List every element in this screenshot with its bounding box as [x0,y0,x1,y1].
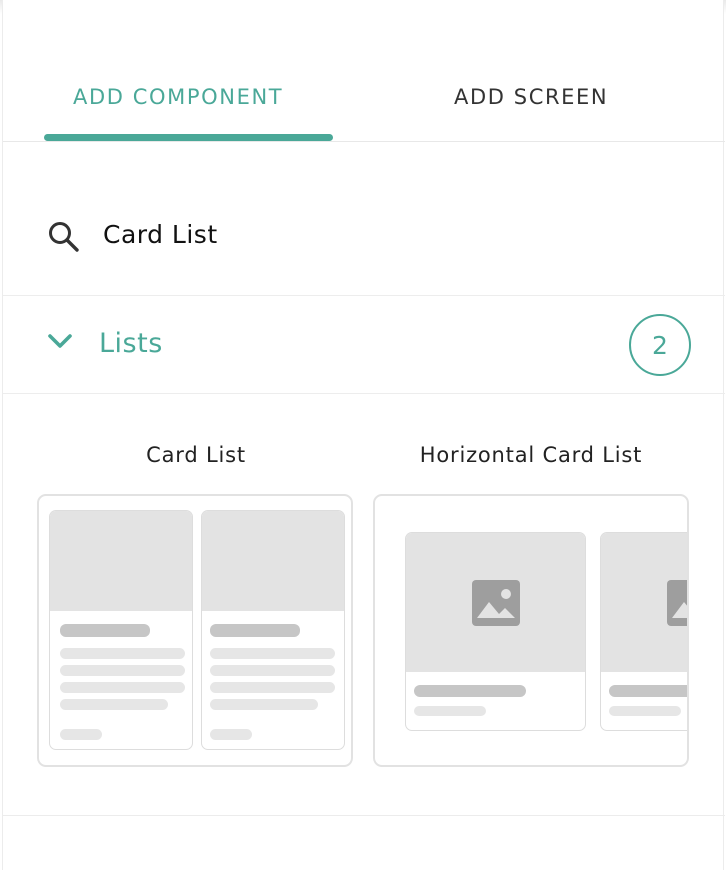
preview-title-bar [609,685,687,697]
preview-text-bar [609,706,681,716]
preview-text-bar [60,699,168,710]
preview-text-bar [210,682,335,693]
horizontal-card-list-thumbnail[interactable] [373,494,689,767]
section-title: Lists [99,328,163,359]
tab-add-screen[interactable]: ADD SCREEN [454,85,608,109]
preview-card [405,532,586,731]
preview-text-bar [60,648,185,659]
preview-title-bar [210,624,300,637]
image-placeholder-icon [472,580,520,626]
preview-image [202,511,344,611]
preview-text-bar [60,665,185,676]
add-panel: ADD COMPONENT ADD SCREEN Lists 2 Card Li… [2,0,725,870]
preview-meta-bar [60,729,102,740]
search-input[interactable] [103,214,663,254]
preview-meta-bar [210,729,252,740]
tab-bar: ADD COMPONENT ADD SCREEN [3,0,725,142]
card-list-thumbnail[interactable] [37,494,353,767]
preview-image [50,511,192,611]
preview-card [600,532,687,731]
tab-add-component[interactable]: ADD COMPONENT [73,85,283,109]
item-label-horizontal-card-list: Horizontal Card List [419,443,643,467]
preview-title-bar [414,685,526,697]
search-bar [3,142,725,296]
active-tab-indicator [44,134,333,141]
preview-text-bar [210,699,318,710]
preview-text-bar [210,665,335,676]
preview-image [601,533,687,672]
count-badge: 2 [629,314,691,376]
chevron-down-icon [48,334,72,348]
preview-card [201,510,345,750]
preview-card [49,510,193,750]
preview-text-bar [60,682,185,693]
preview-title-bar [60,624,150,637]
section-divider [3,815,725,816]
preview-text-bar [414,706,486,716]
image-placeholder-icon [667,580,687,626]
search-icon [49,222,79,252]
item-label-card-list: Card List [146,443,246,467]
preview-text-bar [210,648,335,659]
section-header-lists[interactable]: Lists 2 [3,296,725,394]
preview-image [406,533,585,672]
